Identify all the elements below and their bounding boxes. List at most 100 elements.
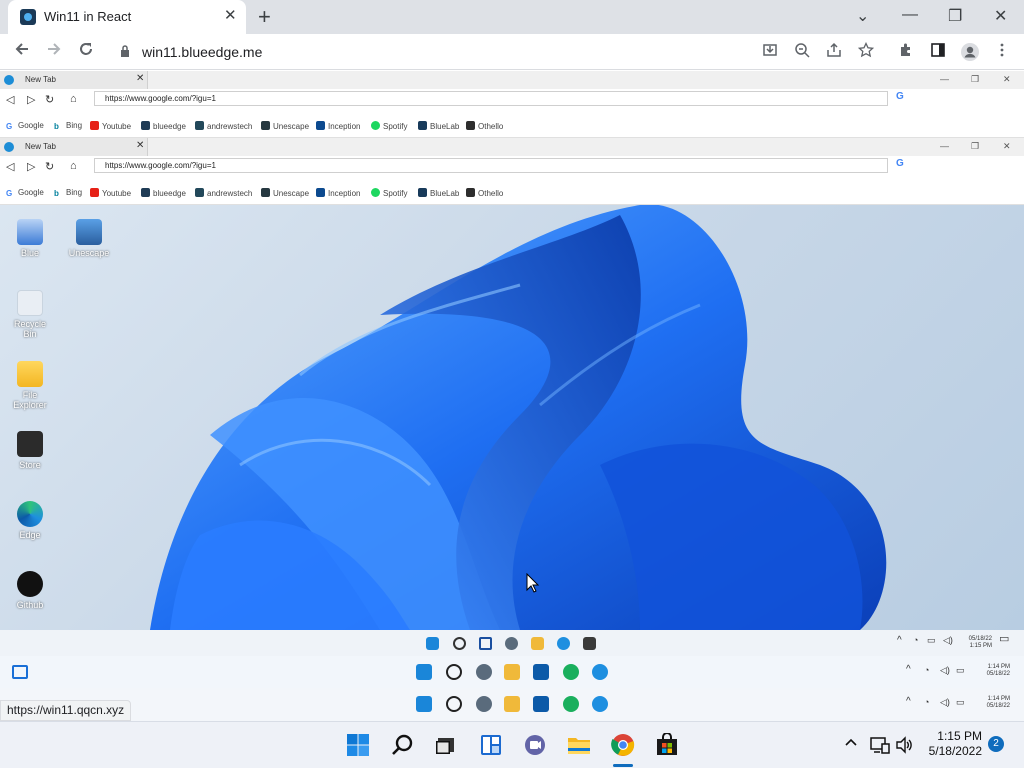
desktop[interactable]: Blue Unescape Recycle Bin File Explorer … [0, 205, 1024, 630]
store-icon[interactable] [533, 696, 549, 712]
desktop-icon-unescape[interactable]: Unescape [59, 219, 119, 258]
bookmark-star-icon[interactable] [856, 41, 876, 62]
bookmark-bluelab[interactable]: BlueLab [418, 188, 459, 198]
minimize-button[interactable]: — [902, 6, 918, 24]
inner-reload-icon[interactable]: ↻ [45, 93, 54, 106]
inner-clock[interactable]: 1:14 PM 05/18/22 [972, 696, 1010, 710]
widgets-icon[interactable] [12, 665, 28, 679]
wifi-icon[interactable]: ◔ [924, 666, 929, 675]
desktop-icon-github[interactable]: Github [0, 571, 60, 610]
volume-icon[interactable]: ◁) [940, 666, 950, 675]
inner-restore-button[interactable]: ❐ [971, 74, 979, 85]
battery-icon[interactable]: ▭ [956, 666, 965, 675]
spotify-icon[interactable] [563, 664, 579, 680]
notification-icon[interactable]: ▭ [999, 634, 1009, 645]
bookmark-othello[interactable]: Othello [466, 188, 503, 198]
volume-icon[interactable]: ◁) [943, 636, 953, 645]
windows-start-icon[interactable] [426, 637, 439, 650]
bookmark-inception[interactable]: Inception [316, 121, 360, 131]
bookmark-andrewstech[interactable]: andrewstech [195, 188, 252, 198]
battery-icon[interactable]: ▭ [927, 636, 936, 645]
tray-chevron-icon[interactable]: ^ [906, 697, 911, 707]
desktop-icon-recycle-bin[interactable]: Recycle Bin [0, 290, 60, 339]
inner-address-bar[interactable]: https://www.google.com/?igu=1 [94, 91, 888, 106]
settings-icon[interactable] [476, 696, 492, 712]
back-arrow-icon[interactable] [10, 40, 34, 64]
teams-chat-icon[interactable] [523, 733, 547, 757]
volume-icon[interactable] [895, 736, 913, 754]
new-tab-button[interactable]: + [258, 6, 271, 28]
bookmark-spotify[interactable]: Spotify [371, 121, 407, 131]
inner-close-button[interactable]: ✕ [1003, 141, 1011, 152]
tab-close-button[interactable]: ✕ [224, 8, 237, 24]
wifi-icon[interactable]: ◔ [924, 698, 929, 707]
windows-start-icon[interactable] [416, 696, 432, 712]
settings-icon[interactable] [505, 637, 518, 650]
store-icon[interactable] [583, 637, 596, 650]
bookmark-bing[interactable]: b Bing [54, 121, 82, 131]
windows-start-icon[interactable] [416, 664, 432, 680]
forward-arrow-icon[interactable] [42, 40, 66, 64]
inner-address-bar[interactable]: https://www.google.com/?igu=1 [94, 158, 888, 173]
edge-icon[interactable] [557, 637, 570, 650]
inner-home-icon[interactable]: ⌂ [70, 93, 77, 105]
bookmark-youtube[interactable]: Youtube [90, 188, 131, 198]
tray-chevron-icon[interactable]: ^ [897, 636, 902, 646]
spotify-icon[interactable] [563, 696, 579, 712]
bookmark-youtube[interactable]: Youtube [90, 121, 131, 131]
chrome-icon[interactable] [611, 733, 635, 757]
reload-icon[interactable] [74, 40, 98, 64]
bookmark-blueedge[interactable]: blueedge [141, 188, 186, 198]
install-app-icon[interactable] [760, 42, 780, 62]
inner-tab-close-button[interactable]: ✕ [136, 140, 144, 151]
folder-icon[interactable] [504, 696, 520, 712]
store-icon[interactable] [655, 733, 679, 757]
inner-tab-close-button[interactable]: ✕ [136, 73, 144, 84]
folder-icon[interactable] [504, 664, 520, 680]
wifi-icon[interactable]: ◔ [913, 636, 918, 645]
inner-restore-button[interactable]: ❐ [971, 141, 979, 152]
search-icon[interactable] [446, 696, 462, 712]
inner-home-icon[interactable]: ⌂ [70, 160, 77, 172]
profile-avatar-icon[interactable] [960, 42, 980, 62]
taskbar-clock[interactable]: 1:15 PM 5/18/2022 [920, 729, 982, 759]
file-explorer-icon[interactable] [567, 733, 591, 757]
search-icon[interactable] [446, 664, 462, 680]
inner-clock[interactable]: 05/18/22 1:15 PM [956, 636, 992, 650]
zoom-icon[interactable] [792, 42, 812, 62]
inner-clock[interactable]: 1:14 PM 05/18/22 [972, 664, 1010, 678]
bookmark-google[interactable]: G Google [6, 188, 44, 198]
settings-icon[interactable] [476, 664, 492, 680]
inner-forward-icon[interactable]: ▷ [27, 93, 35, 106]
store-icon[interactable] [533, 664, 549, 680]
widgets-icon[interactable] [479, 733, 503, 757]
desktop-icon-file-explorer[interactable]: File Explorer [0, 361, 60, 410]
extensions-puzzle-icon[interactable] [896, 42, 916, 62]
bookmark-blueedge[interactable]: blueedge [141, 121, 186, 131]
notification-badge[interactable]: 2 [988, 736, 1004, 752]
search-icon[interactable] [453, 637, 466, 650]
tab-search-button[interactable]: ⌄ [856, 6, 869, 26]
task-view-icon[interactable] [434, 733, 458, 757]
inner-close-button[interactable]: ✕ [1003, 74, 1011, 85]
inner-tab[interactable]: New Tab ✕ [0, 71, 148, 89]
inner-back-icon[interactable]: ◁ [6, 160, 14, 173]
network-icon[interactable] [870, 736, 890, 754]
tray-chevron-icon[interactable] [844, 735, 858, 754]
bookmark-bing[interactable]: b Bing [54, 188, 82, 198]
edge-icon[interactable] [592, 664, 608, 680]
share-icon[interactable] [824, 42, 844, 62]
folder-icon[interactable] [531, 637, 544, 650]
inner-back-icon[interactable]: ◁ [6, 93, 14, 106]
bookmark-google[interactable]: G Google [6, 121, 44, 131]
restore-button[interactable]: ❐ [948, 6, 962, 26]
side-panel-icon[interactable] [928, 42, 948, 62]
battery-icon[interactable]: ▭ [956, 698, 965, 707]
bookmark-andrewstech[interactable]: andrewstech [195, 121, 252, 131]
widgets-icon[interactable] [479, 637, 492, 650]
volume-icon[interactable]: ◁) [940, 698, 950, 707]
tray-chevron-icon[interactable]: ^ [906, 665, 911, 675]
inner-forward-icon[interactable]: ▷ [27, 160, 35, 173]
chrome-menu-icon[interactable] [992, 42, 1012, 62]
desktop-icon-blue[interactable]: Blue [0, 219, 60, 258]
